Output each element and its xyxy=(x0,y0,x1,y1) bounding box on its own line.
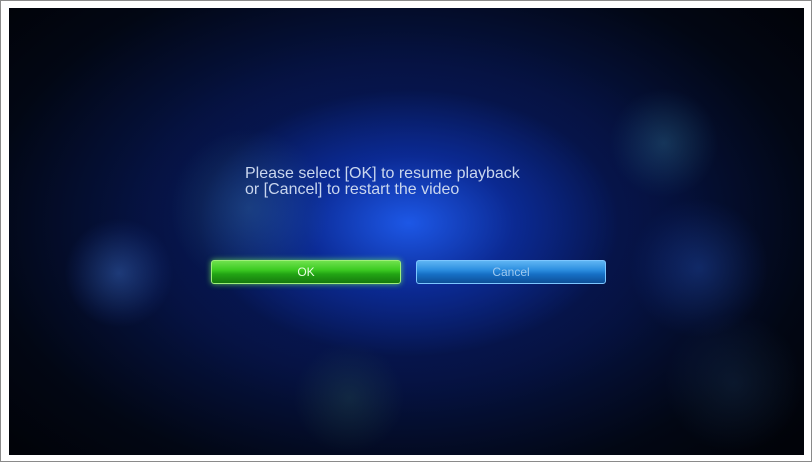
video-resume-dialog-screen: Please select [OK] to resume playback or… xyxy=(9,8,804,455)
ok-button-label: OK xyxy=(297,265,315,279)
screenshot-frame: Please select [OK] to resume playback or… xyxy=(0,0,812,462)
ok-button[interactable]: OK xyxy=(211,260,401,284)
background-bokeh xyxy=(609,88,719,198)
cancel-button[interactable]: Cancel xyxy=(416,260,606,284)
message-line-2: or [Cancel] to restart the video xyxy=(245,181,460,198)
background-bokeh xyxy=(64,218,174,328)
resume-message: Please select [OK] to resume playback or… xyxy=(245,166,520,198)
background-bokeh xyxy=(659,308,804,455)
message-line-1: Please select [OK] to resume playback xyxy=(245,165,520,182)
cancel-button-label: Cancel xyxy=(492,265,530,279)
background-bokeh xyxy=(629,198,769,338)
background-bokeh xyxy=(289,338,409,455)
